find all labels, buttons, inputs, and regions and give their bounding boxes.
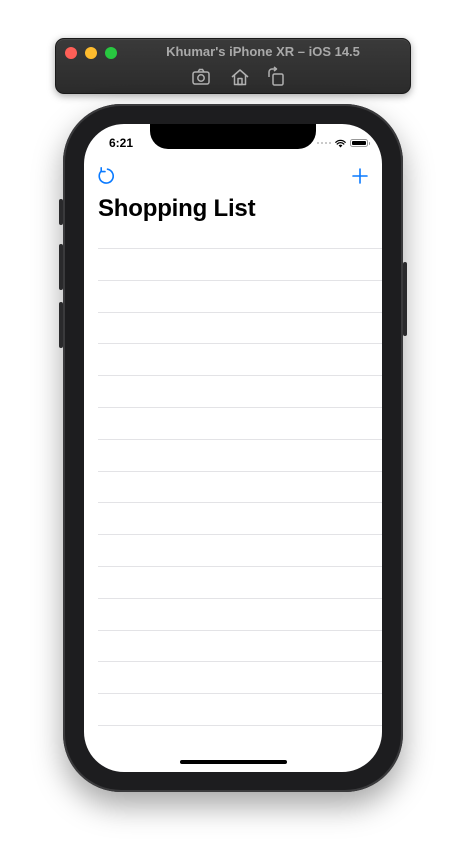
list-item[interactable]: [98, 597, 382, 630]
rotate-icon[interactable]: [265, 66, 287, 88]
status-time: 6:21: [109, 136, 134, 150]
list-item[interactable]: [98, 693, 382, 725]
screenshot-icon[interactable]: [190, 66, 212, 88]
simulator-window-title: Khumar's iPhone XR – iOS 14.5: [166, 44, 360, 59]
volume-up-button: [59, 244, 63, 290]
list-item[interactable]: [98, 248, 382, 280]
device-screen: 6:21 Shopping List: [84, 124, 382, 772]
page-title: Shopping List: [98, 195, 256, 222]
list-item[interactable]: [98, 724, 382, 757]
list-item[interactable]: [98, 343, 382, 375]
battery-icon: [350, 139, 370, 147]
side-button: [403, 262, 407, 336]
plus-icon[interactable]: [350, 166, 370, 186]
list-item[interactable]: [98, 406, 382, 439]
list-item[interactable]: [98, 502, 382, 534]
signal-icon: [316, 141, 331, 145]
refresh-icon[interactable]: [96, 166, 116, 186]
home-indicator[interactable]: [180, 760, 287, 764]
home-icon[interactable]: [229, 66, 251, 88]
list-item[interactable]: [98, 534, 382, 566]
list-item[interactable]: [98, 629, 382, 662]
list-item[interactable]: [98, 375, 382, 407]
list-item[interactable]: [98, 279, 382, 312]
list-item[interactable]: [98, 311, 382, 344]
status-indicators: [316, 138, 370, 148]
simulator-title-bar: Khumar's iPhone XR – iOS 14.5: [55, 38, 411, 94]
volume-down-button: [59, 302, 63, 348]
notch: [150, 124, 316, 149]
simulator-toolbar: [56, 66, 410, 88]
list-item[interactable]: [98, 565, 382, 598]
iphone-device-frame: 6:21 Shopping List: [59, 104, 407, 792]
mute-switch: [59, 199, 63, 225]
wifi-icon: [335, 139, 346, 148]
list-item[interactable]: [98, 470, 382, 503]
list-item[interactable]: [98, 661, 382, 693]
shopping-list[interactable]: [98, 248, 382, 757]
list-item[interactable]: [98, 438, 382, 471]
